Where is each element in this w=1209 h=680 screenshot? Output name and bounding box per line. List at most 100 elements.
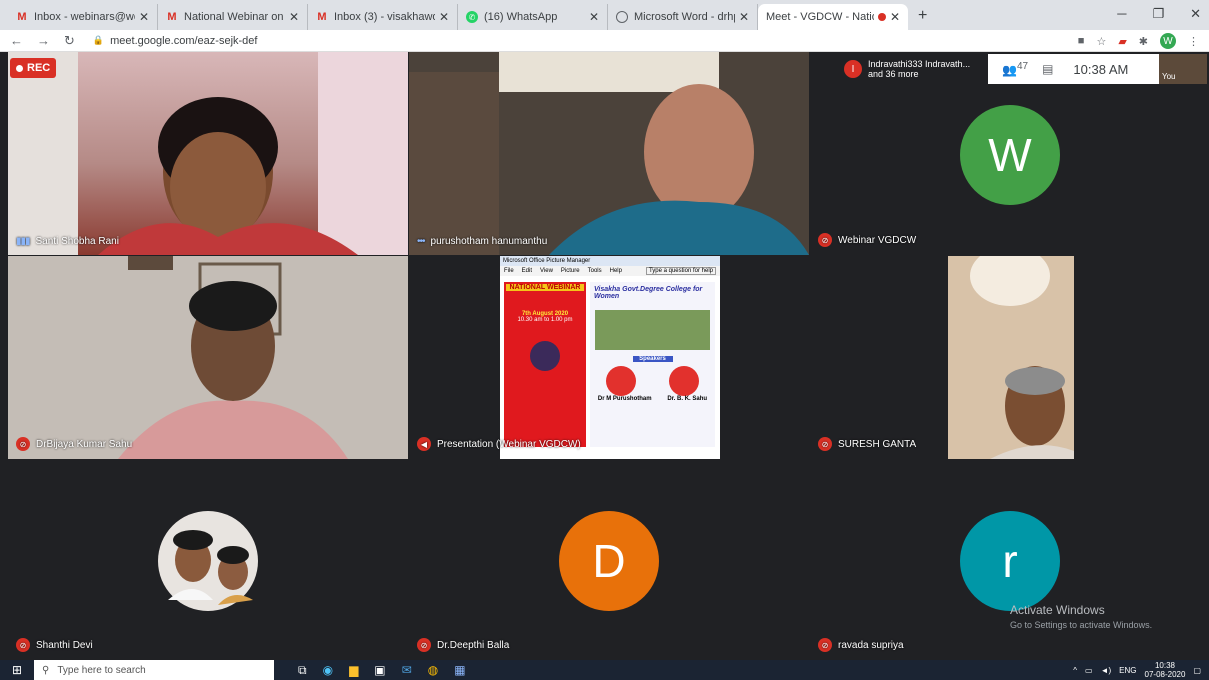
- tab-inbox-webinars[interactable]: M Inbox - webinars@womengovtcc ✕: [8, 4, 158, 30]
- menu-dots-icon[interactable]: ⋮: [1188, 35, 1199, 48]
- reload-icon[interactable]: ↻: [64, 33, 75, 49]
- video-tile-ravada[interactable]: r ⊘ ravada supriya: [810, 460, 1209, 660]
- participant-name: Santi Shobha Rani: [35, 236, 119, 247]
- search-icon: ⚲: [42, 664, 50, 676]
- recording-badge: REC: [10, 58, 57, 78]
- help-box: Type a question for help: [645, 267, 716, 275]
- mic-off-icon: ⊘: [818, 638, 832, 652]
- store-icon[interactable]: ▣: [374, 663, 385, 678]
- meet-grid: ▮▮▮ Santi Shobha Rani REC ••• purushotha…: [0, 52, 1209, 660]
- tray-up-icon[interactable]: ^: [1073, 666, 1077, 675]
- participant-video: [409, 52, 809, 255]
- network-icon[interactable]: ▭: [1085, 666, 1093, 675]
- participant-name: Presentation (Webinar VGDCW): [437, 438, 581, 450]
- mic-off-icon: ⊘: [818, 437, 832, 451]
- minimize-icon[interactable]: ─: [1117, 6, 1126, 22]
- close-icon[interactable]: ✕: [139, 10, 149, 24]
- participant-name: Dr.Deepthi Balla: [437, 639, 510, 651]
- browser-tab-bar: M Inbox - webinars@womengovtcc ✕ M Natio…: [0, 0, 1209, 68]
- people-icon[interactable]: 👥47: [1002, 61, 1028, 77]
- slide-campus-photo: [595, 310, 710, 350]
- tab-inbox-visakha[interactable]: M Inbox (3) - visakhawomen@gma ✕: [308, 4, 458, 30]
- tab-national-webinar[interactable]: M National Webinar on Issues and ✕: [158, 4, 308, 30]
- avatar: [158, 511, 258, 611]
- language-indicator[interactable]: ENG: [1119, 666, 1136, 675]
- video-tile-purushotham[interactable]: ••• purushotham hanumanthu: [409, 52, 809, 255]
- chat-icon[interactable]: ▤: [1042, 62, 1053, 76]
- menu-help: Help: [609, 268, 622, 274]
- taskbar-search[interactable]: ⚲ Type here to search: [34, 660, 274, 680]
- taskbar-clock[interactable]: 10:38 07-08-2020: [1145, 661, 1186, 679]
- close-icon[interactable]: ✕: [289, 10, 299, 24]
- participant-label: ▮▮▮ Santi Shobha Rani: [16, 236, 119, 247]
- close-icon[interactable]: ✕: [739, 10, 749, 24]
- window-close-icon[interactable]: ✕: [1190, 6, 1201, 22]
- participant-label: ◀ Presentation (Webinar VGDCW): [417, 437, 581, 451]
- avatar: D: [559, 511, 659, 611]
- edge-icon[interactable]: ◉: [323, 663, 333, 678]
- lock-icon: 🔒: [92, 35, 105, 45]
- slide-time: 10.30 am to 1.00 pm: [517, 317, 573, 323]
- self-label: You: [1162, 72, 1176, 81]
- meeting-clock: 10:38 AM: [1073, 61, 1129, 77]
- video-tile-bijaya[interactable]: ⊘ DrBijaya Kumar Sahu: [8, 256, 408, 459]
- camera-icon[interactable]: ■: [1078, 35, 1085, 47]
- participant-label: ⊘ Dr.Deepthi Balla: [417, 638, 509, 652]
- people-count: 47: [1016, 61, 1029, 72]
- system-tray: ^ ▭ ◄) ENG 10:38 07-08-2020 ▢: [1073, 660, 1201, 680]
- mic-off-icon: ⊘: [818, 233, 832, 247]
- puzzle-icon[interactable]: ✱: [1139, 35, 1148, 48]
- file-explorer-icon[interactable]: ▆: [349, 663, 358, 678]
- close-icon[interactable]: ✕: [589, 10, 599, 24]
- participant-name: SURESH GANTA: [838, 438, 917, 450]
- participant-name: ravada supriya: [838, 639, 904, 651]
- address-bar: ← → ↻ 🔒 meet.google.com/eaz-sejk-def ■ ☆…: [0, 30, 1209, 52]
- participant-avatar: I: [844, 60, 862, 78]
- profile-avatar[interactable]: W: [1160, 33, 1176, 49]
- volume-icon[interactable]: ◄): [1101, 666, 1112, 675]
- slide-poster-right: Visakha Govt.Degree College for Women Sp…: [590, 282, 715, 447]
- video-tile-deepthi[interactable]: D ⊘ Dr.Deepthi Balla: [409, 460, 809, 660]
- mail-icon[interactable]: ✉: [402, 663, 412, 678]
- window-controls: ─ ❐ ✕: [1117, 6, 1201, 22]
- menu-edit: Edit: [521, 268, 533, 274]
- presentation-tile[interactable]: Microsoft Office Picture Manager File Ed…: [409, 256, 809, 459]
- chrome-icon[interactable]: ◍: [428, 663, 438, 678]
- task-view-icon[interactable]: ⧉: [298, 663, 307, 678]
- gmail-icon: M: [317, 11, 327, 23]
- more-dots-icon: •••: [417, 236, 425, 247]
- tab-word[interactable]: Microsoft Word - drhp ✕: [608, 4, 758, 30]
- windows-start-icon[interactable]: ⊞: [12, 663, 22, 677]
- self-view-tile[interactable]: You: [1159, 54, 1207, 84]
- tab-title: Microsoft Word - drhp: [634, 11, 735, 23]
- tab-title: (16) WhatsApp: [484, 11, 558, 23]
- participant-video: [8, 52, 408, 255]
- restore-icon[interactable]: ❐: [1152, 6, 1164, 22]
- extension-icon[interactable]: ▰: [1118, 35, 1126, 48]
- photos-icon[interactable]: ▦: [454, 663, 465, 678]
- forward-icon[interactable]: →: [37, 33, 50, 49]
- video-tile-santi[interactable]: ▮▮▮ Santi Shobha Rani: [8, 52, 408, 255]
- tab-whatsapp[interactable]: ✆ (16) WhatsApp ✕: [458, 4, 608, 30]
- video-tile-suresh[interactable]: ⊘ SURESH GANTA: [810, 256, 1209, 459]
- gmail-icon: M: [17, 11, 27, 23]
- menu-file: File: [504, 268, 514, 274]
- participant-label: ⊘ SURESH GANTA: [818, 437, 916, 451]
- globe-icon: [616, 11, 628, 23]
- new-tab-button[interactable]: +: [918, 7, 927, 25]
- participant-video: [8, 256, 408, 459]
- tab-title: Inbox - webinars@womengovtcc: [34, 11, 135, 23]
- tab-meet[interactable]: Meet - VGDCW - National W ✕: [758, 4, 908, 68]
- back-icon[interactable]: ←: [10, 33, 23, 49]
- participant-notification[interactable]: I Indravathi333 Indravath... and 36 more: [838, 54, 988, 84]
- close-icon[interactable]: ✕: [439, 10, 449, 24]
- star-icon[interactable]: ☆: [1096, 35, 1106, 48]
- url-field[interactable]: 🔒 meet.google.com/eaz-sejk-def: [93, 35, 258, 47]
- notification-icon[interactable]: ▢: [1193, 666, 1201, 675]
- close-icon[interactable]: ✕: [890, 10, 900, 24]
- url-text: meet.google.com/eaz-sejk-def: [110, 34, 258, 47]
- mic-off-icon: ⊘: [16, 437, 30, 451]
- taskbar-search-placeholder: Type here to search: [57, 664, 146, 676]
- taskbar-time: 10:38: [1154, 661, 1175, 670]
- video-tile-shanthi[interactable]: ⊘ Shanthi Devi: [8, 460, 408, 660]
